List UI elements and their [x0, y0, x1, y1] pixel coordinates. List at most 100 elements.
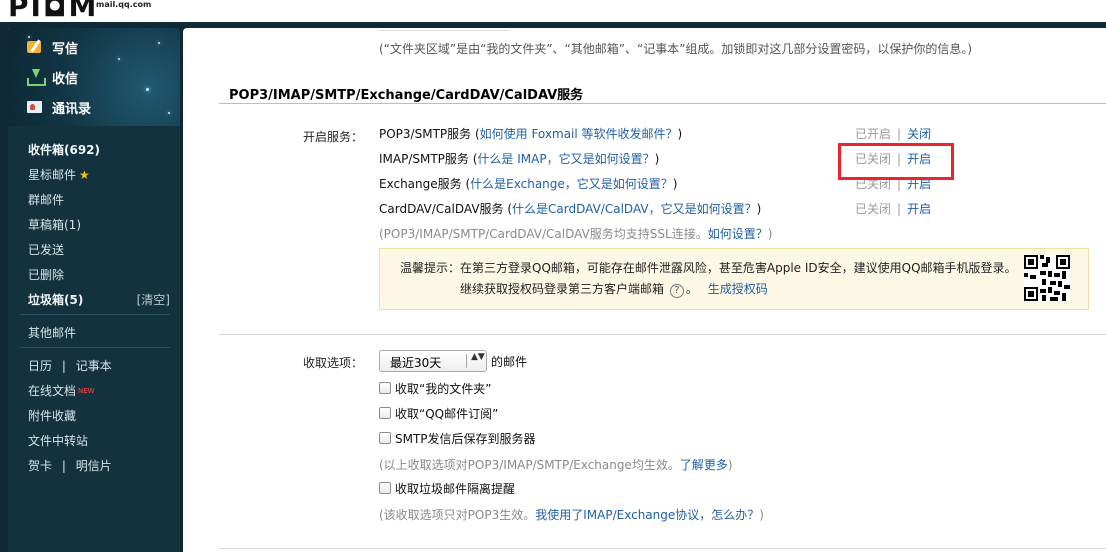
quick-actions-panel: 写信 收信 通讯录 — [8, 28, 180, 126]
logo-mark: PI◘M — [8, 0, 99, 22]
qq-mail-logo: PI◘M mail.qq.com — [0, 0, 300, 22]
qr-code-icon — [1024, 255, 1070, 301]
online-docs-link[interactable]: 在线文档 NEW — [28, 381, 95, 401]
logo-subtitle: mail.qq.com — [96, 0, 152, 9]
learn-more-link[interactable]: 了解更多 — [680, 458, 728, 472]
option-spam-reminder[interactable]: 收取垃圾邮件隔离提醒 — [379, 479, 515, 497]
option-smtp-save-sent[interactable]: SMTP发信后保存到服务器 — [379, 429, 536, 447]
close-pop3-button[interactable]: 关闭 — [907, 127, 931, 141]
status-text: 已关闭 — [855, 202, 892, 216]
folder-starred[interactable]: 星标邮件 ★ — [28, 165, 90, 185]
note-text: (该收取选项只对POP3生效。 — [379, 508, 536, 522]
receive-button[interactable]: 收信 — [26, 66, 78, 88]
imap-highlight-box — [838, 143, 954, 180]
folder-lock-hint: (“文件夹区域”是由“我的文件夹”、“其他邮箱”、“记事本”组成。加锁即对这几部… — [379, 42, 973, 56]
sidebar: 写信 收信 通讯录 收件箱(692) 星标邮件 ★ 群邮件 草稿箱(1) 已发送 … — [8, 28, 180, 552]
section-divider — [219, 548, 1106, 549]
imap-exchange-help-link[interactable]: 我使用了IMAP/Exchange协议，怎么办？ — [535, 508, 759, 522]
ssl-howto-link[interactable]: 如何设置？ — [708, 227, 768, 241]
receive-range-select[interactable]: 最近30天 ▲▼ — [379, 350, 487, 372]
section-divider — [219, 334, 1106, 335]
service-help-link[interactable]: 什么是 IMAP，它又是如何设置？ — [477, 152, 654, 166]
file-transfer-link[interactable]: 文件中转站 — [28, 431, 88, 451]
checkbox[interactable] — [379, 407, 391, 419]
option-label: 收取垃圾邮件隔离提醒 — [395, 481, 516, 496]
contact-card-icon — [26, 99, 44, 115]
notes-link[interactable]: 记事本 — [76, 359, 112, 373]
service-row-carddav: CardDAV/CalDAV服务 (什么是CardDAV/CalDAV，它又是如… — [379, 200, 761, 217]
decor-star — [168, 112, 170, 114]
decor-star — [158, 42, 160, 44]
status-separator: | — [897, 202, 902, 216]
ssl-note-text: (POP3/IMAP/SMTP/CardDAV/CalDAV服务均支持SSL连接… — [379, 227, 708, 241]
checkbox[interactable] — [379, 382, 391, 394]
folder-drafts[interactable]: 草稿箱(1) — [28, 215, 81, 235]
decor-star — [118, 58, 120, 60]
warning-punct: 。 — [685, 282, 698, 296]
select-value: 最近30天 — [390, 356, 442, 370]
service-status-carddav: 已关闭 | 开启 — [855, 200, 931, 217]
service-row-exchange: Exchange服务 (什么是Exchange，它又是如何设置？) — [379, 175, 677, 192]
option-label: 收取“QQ邮件订阅” — [395, 406, 499, 421]
new-badge: NEW — [78, 387, 95, 395]
folder-group[interactable]: 群邮件 — [28, 190, 64, 210]
settings-panel: (“文件夹区域”是由“我的文件夹”、“其他邮箱”、“记事本”组成。加锁即对这几部… — [183, 28, 1106, 552]
paren: ) — [767, 227, 773, 241]
checkbox[interactable] — [379, 432, 391, 444]
calendar-link[interactable]: 日历 — [28, 359, 52, 373]
service-help-link[interactable]: 什么是Exchange，它又是如何设置？ — [470, 177, 673, 191]
service-name: Exchange服务 — [379, 177, 462, 191]
contacts-label: 通讯录 — [52, 101, 92, 117]
option-qq-subscription[interactable]: 收取“QQ邮件订阅” — [379, 404, 498, 422]
folder-inbox[interactable]: 收件箱(692) — [28, 140, 100, 160]
option-label: 收取“我的文件夹” — [395, 381, 492, 396]
pencil-icon — [26, 39, 44, 55]
top-rule — [379, 30, 509, 31]
generate-auth-code-link[interactable]: 生成授权码 — [708, 282, 768, 296]
folder-deleted[interactable]: 已删除 — [28, 265, 64, 285]
paren: ) — [654, 152, 660, 166]
enable-services-label: 开启服务： — [303, 130, 364, 144]
select-arrows-icon: ▲▼ — [471, 352, 485, 362]
attachments-link[interactable]: 附件收藏 — [28, 406, 76, 426]
tools-separator: | — [61, 359, 66, 373]
section-rule — [219, 103, 1106, 104]
star-icon: ★ — [79, 168, 90, 182]
enable-carddav-button[interactable]: 开启 — [907, 202, 931, 216]
service-name: IMAP/SMTP服务 — [379, 152, 469, 166]
postcards-link[interactable]: 明信片 — [76, 459, 112, 473]
select-suffix: 的邮件 — [491, 355, 528, 369]
status-text: 已开启 — [855, 127, 892, 141]
compose-label: 写信 — [52, 41, 79, 57]
option-my-folders[interactable]: 收取“我的文件夹” — [379, 379, 491, 397]
select-divider — [466, 354, 467, 368]
paren: ) — [677, 127, 683, 141]
service-help-link[interactable]: 什么是CardDAV/CalDAV，它又是如何设置？ — [512, 202, 757, 216]
folder-spam[interactable]: 垃圾箱(5) — [28, 290, 83, 310]
service-help-link[interactable]: 如何使用 Foxmail 等软件收发邮件？ — [480, 127, 678, 141]
receive-label: 收信 — [52, 71, 79, 87]
compose-button[interactable]: 写信 — [26, 36, 78, 58]
download-icon — [26, 69, 46, 86]
sidebar-divider — [20, 347, 170, 348]
paren: ) — [672, 177, 678, 191]
warning-text: 继续获取授权码登录第三方客户端邮箱 — [460, 282, 665, 296]
service-row-imap: IMAP/SMTP服务 (什么是 IMAP，它又是如何设置？) — [379, 150, 659, 167]
paren: ( — [461, 177, 471, 191]
contacts-button[interactable]: 通讯录 — [26, 96, 91, 118]
paren: ( — [471, 127, 480, 141]
paren: ) — [759, 508, 764, 522]
pop3-note: (该收取选项只对POP3生效。我使用了IMAP/Exchange协议，怎么办？) — [379, 506, 764, 523]
service-name: CardDAV/CalDAV服务 — [379, 202, 504, 216]
help-icon[interactable]: ? — [669, 284, 684, 298]
folder-other[interactable]: 其他邮件 — [28, 323, 76, 343]
folder-sent[interactable]: 已发送 — [28, 240, 64, 260]
tools-row-calendar: 日历 | 记事本 — [28, 356, 112, 376]
paren: ) — [727, 458, 733, 472]
tools-separator: | — [61, 459, 66, 473]
service-row-pop3: POP3/SMTP服务 (如何使用 Foxmail 等软件收发邮件？) — [379, 125, 682, 142]
checkbox[interactable] — [379, 482, 391, 494]
warning-line-2: 继续获取授权码登录第三方客户端邮箱 ?。 生成授权码 — [460, 280, 768, 298]
greeting-cards-link[interactable]: 贺卡 — [28, 459, 52, 473]
spam-clear-link[interactable]: [清空] — [137, 290, 170, 310]
